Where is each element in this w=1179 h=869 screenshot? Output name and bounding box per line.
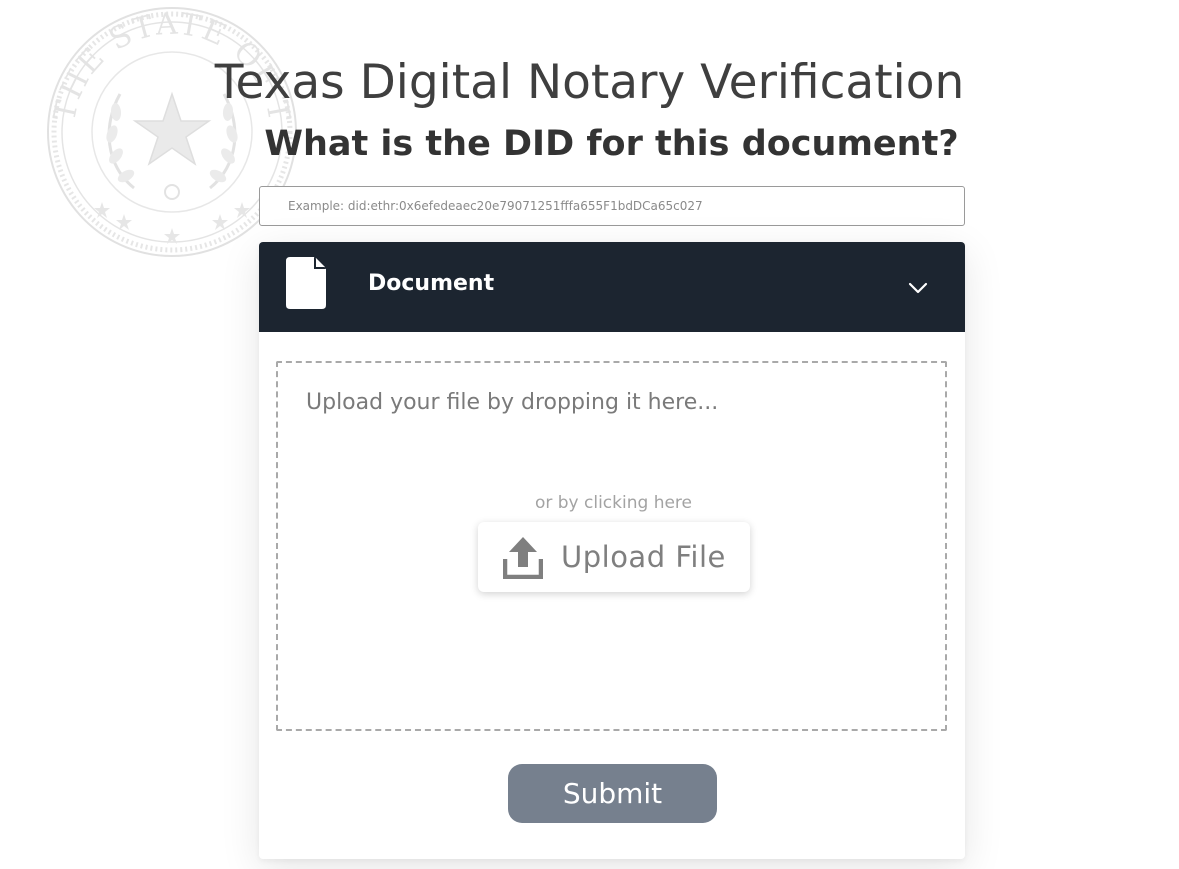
dropzone-instruction: Upload your file by dropping it here... bbox=[306, 390, 719, 415]
chevron-down-icon[interactable] bbox=[906, 276, 930, 300]
upload-icon bbox=[503, 537, 543, 579]
document-panel-label: Document bbox=[368, 271, 495, 296]
page-title: Texas Digital Notary Verification bbox=[214, 55, 965, 110]
file-dropzone[interactable]: Upload your file by dropping it here... … bbox=[276, 361, 947, 731]
file-icon bbox=[286, 257, 326, 309]
did-question: What is the DID for this document? bbox=[264, 124, 959, 164]
upload-file-label: Upload File bbox=[561, 540, 726, 574]
did-input[interactable] bbox=[259, 186, 965, 226]
upload-file-button[interactable]: Upload File bbox=[478, 522, 750, 592]
document-card: Document Upload your file by dropping it… bbox=[259, 242, 965, 859]
dropzone-or-text: or by clicking here bbox=[534, 493, 693, 513]
document-panel-header[interactable]: Document bbox=[259, 242, 965, 332]
submit-button[interactable]: Submit bbox=[508, 764, 717, 823]
page: THE STATE OF TEXAS Texas Digital Notary … bbox=[0, 0, 1179, 869]
